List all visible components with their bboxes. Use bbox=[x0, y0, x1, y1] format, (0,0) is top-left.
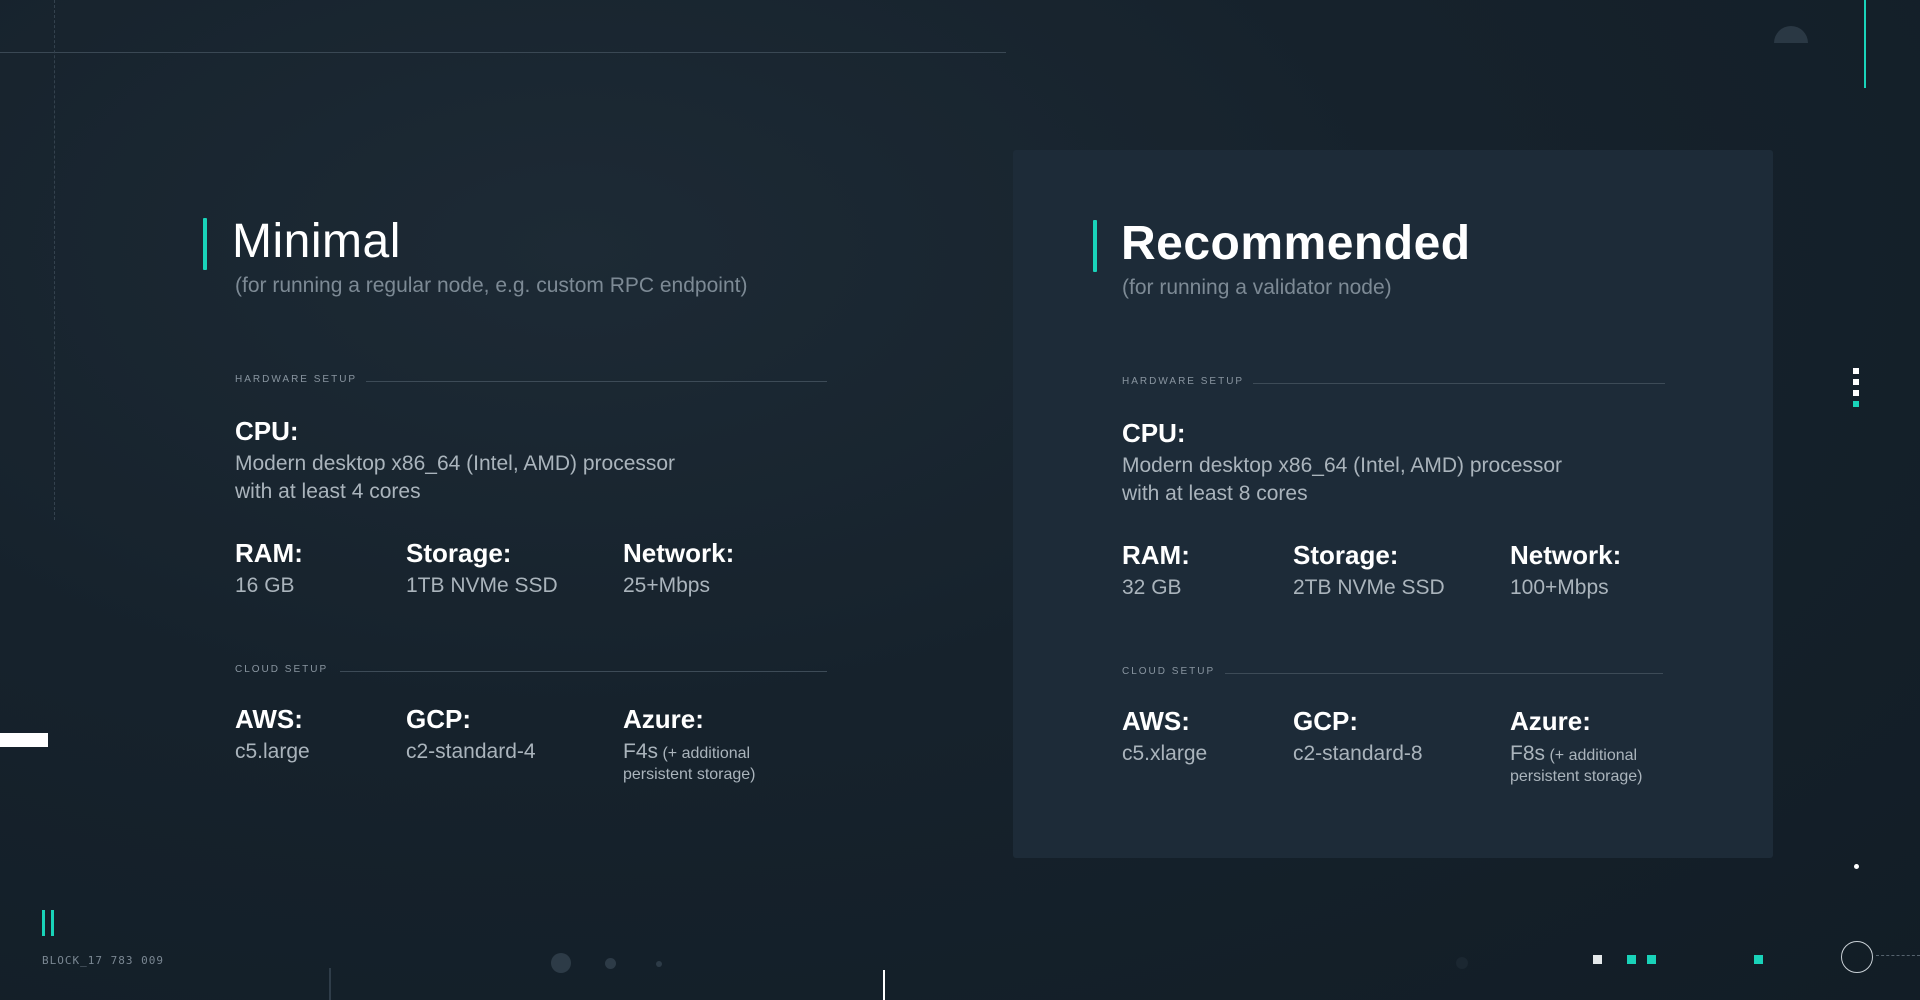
circle-icon bbox=[1841, 941, 1873, 973]
network-label: Network: bbox=[1510, 540, 1622, 570]
cpu-value-line1: Modern desktop x86_64 (Intel, AMD) proce… bbox=[1122, 454, 1563, 477]
network-label: Network: bbox=[623, 538, 735, 568]
square-marker bbox=[1627, 955, 1636, 964]
cpu-label: CPU: bbox=[1122, 418, 1186, 448]
section-label: CLOUD SETUP bbox=[235, 664, 329, 675]
storage-value: 1TB NVMe SSD bbox=[406, 574, 558, 597]
tick-decoration bbox=[329, 968, 331, 1000]
gcp-label: GCP: bbox=[1293, 706, 1358, 736]
ram-label: RAM: bbox=[1122, 540, 1190, 570]
square-marker bbox=[1754, 955, 1763, 964]
tiny-dot-decoration bbox=[1854, 864, 1859, 869]
gcp-value: c2-standard-8 bbox=[1293, 742, 1423, 765]
cpu-value-line2: with at least 8 cores bbox=[1122, 482, 1308, 505]
ram-value: 16 GB bbox=[235, 574, 295, 597]
ram-value: 32 GB bbox=[1122, 576, 1182, 599]
half-circle-decoration bbox=[1774, 26, 1808, 43]
aws-label: AWS: bbox=[1122, 706, 1190, 736]
recommended-title: Recommended bbox=[1121, 217, 1471, 270]
aws-value: c5.large bbox=[235, 740, 310, 763]
azure-note-line2: persistent storage) bbox=[1510, 768, 1643, 785]
storage-value: 2TB NVMe SSD bbox=[1293, 576, 1445, 599]
pause-icon bbox=[42, 910, 45, 936]
section-divider bbox=[1253, 383, 1665, 384]
dashed-connector-line bbox=[1876, 955, 1920, 956]
accent-bar bbox=[1093, 220, 1097, 272]
azure-label: Azure: bbox=[1510, 706, 1591, 736]
gcp-value: c2-standard-4 bbox=[406, 740, 536, 763]
vertical-dots-icon bbox=[1853, 368, 1859, 412]
white-bar-decoration bbox=[0, 733, 48, 747]
azure-note-line2: persistent storage) bbox=[623, 766, 756, 783]
dot-decoration bbox=[605, 958, 616, 969]
square-marker bbox=[1593, 955, 1602, 964]
network-value: 100+Mbps bbox=[1510, 576, 1609, 599]
top-divider-line bbox=[0, 52, 1006, 53]
section-label: CLOUD SETUP bbox=[1122, 666, 1216, 677]
cpu-label: CPU: bbox=[235, 416, 299, 446]
block-number-label: BLOCK_17 783 009 bbox=[42, 954, 164, 967]
cpu-value-line2: with at least 4 cores bbox=[235, 480, 421, 503]
aws-value: c5.xlarge bbox=[1122, 742, 1208, 765]
storage-label: Storage: bbox=[1293, 540, 1399, 570]
accent-vertical-line bbox=[1864, 0, 1866, 88]
gcp-label: GCP: bbox=[406, 704, 471, 734]
azure-note-line1: (+ additional bbox=[1549, 747, 1638, 764]
section-label: HARDWARE SETUP bbox=[1122, 376, 1245, 387]
minimal-title: Minimal bbox=[232, 215, 401, 268]
cloud-setup-section: CLOUD SETUP bbox=[235, 664, 827, 678]
azure-label: Azure: bbox=[623, 704, 704, 734]
accent-bar bbox=[203, 218, 207, 270]
white-tick-decoration bbox=[883, 970, 885, 1000]
hardware-setup-section: HARDWARE SETUP bbox=[1122, 376, 1665, 390]
dot-decoration bbox=[1456, 957, 1468, 969]
pause-icon bbox=[51, 910, 54, 936]
recommended-subtitle: (for running a validator node) bbox=[1122, 276, 1392, 299]
hardware-setup-section: HARDWARE SETUP bbox=[235, 374, 827, 388]
dashed-guide-line bbox=[54, 0, 55, 520]
dot-decoration bbox=[656, 961, 662, 967]
azure-note-line1: (+ additional bbox=[662, 745, 751, 762]
square-marker bbox=[1647, 955, 1656, 964]
dot-decoration bbox=[551, 953, 571, 973]
azure-value: F4s (+ additional persistent storage) bbox=[623, 741, 756, 785]
network-value: 25+Mbps bbox=[623, 574, 710, 597]
azure-instance: F4s bbox=[623, 740, 659, 763]
section-divider bbox=[1225, 673, 1663, 674]
azure-value: F8s (+ additional persistent storage) bbox=[1510, 743, 1643, 787]
azure-instance: F8s bbox=[1510, 742, 1546, 765]
section-divider bbox=[366, 381, 827, 382]
cloud-setup-section: CLOUD SETUP bbox=[1122, 666, 1663, 680]
section-divider bbox=[340, 671, 827, 672]
minimal-subtitle: (for running a regular node, e.g. custom… bbox=[235, 274, 748, 297]
ram-label: RAM: bbox=[235, 538, 303, 568]
storage-label: Storage: bbox=[406, 538, 512, 568]
section-label: HARDWARE SETUP bbox=[235, 374, 358, 385]
aws-label: AWS: bbox=[235, 704, 303, 734]
cpu-value-line1: Modern desktop x86_64 (Intel, AMD) proce… bbox=[235, 452, 676, 475]
